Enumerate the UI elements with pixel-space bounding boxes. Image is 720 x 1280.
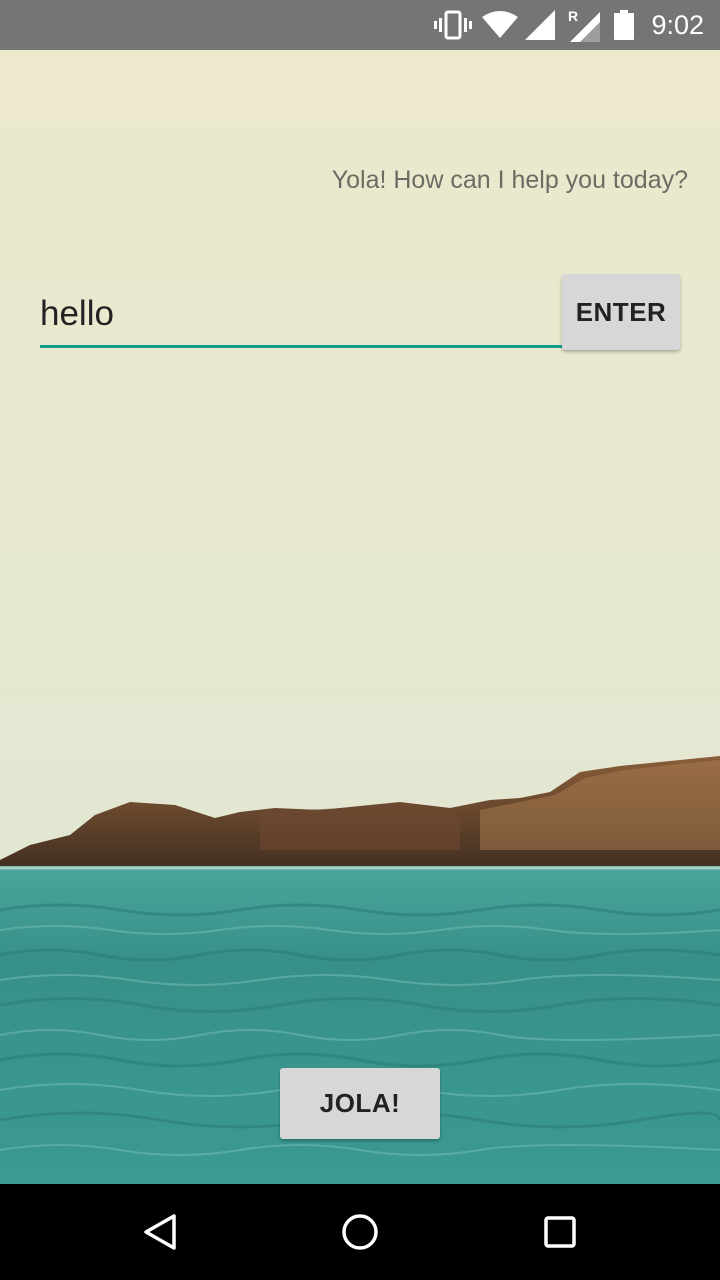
assistant-prompt: Yola! How can I help you today? — [331, 166, 688, 194]
query-input[interactable] — [40, 282, 562, 348]
battery-icon — [612, 0, 636, 50]
recents-icon — [544, 1216, 576, 1248]
status-time: 9:02 — [651, 10, 704, 40]
background-scenery — [0, 756, 720, 1184]
recents-button[interactable] — [500, 1184, 620, 1280]
roaming-signal-icon: R — [566, 0, 600, 50]
status-bar: R 9:02 — [0, 0, 720, 50]
roaming-label: R — [568, 8, 579, 24]
cell-signal-icon — [524, 0, 556, 50]
jola-button[interactable]: JOLA! — [280, 1068, 440, 1139]
navigation-bar — [0, 1184, 720, 1280]
back-icon — [144, 1214, 176, 1250]
home-icon — [342, 1214, 378, 1250]
home-button[interactable] — [300, 1184, 420, 1280]
back-button[interactable] — [100, 1184, 220, 1280]
wifi-icon — [482, 0, 518, 50]
phone-screen: R 9:02 Yola! How can I help you today? h… — [0, 0, 720, 1280]
vibrate-icon — [434, 0, 472, 50]
app-content: Yola! How can I help you today? ENTER JO… — [0, 50, 720, 1184]
enter-button[interactable]: ENTER — [562, 274, 680, 350]
